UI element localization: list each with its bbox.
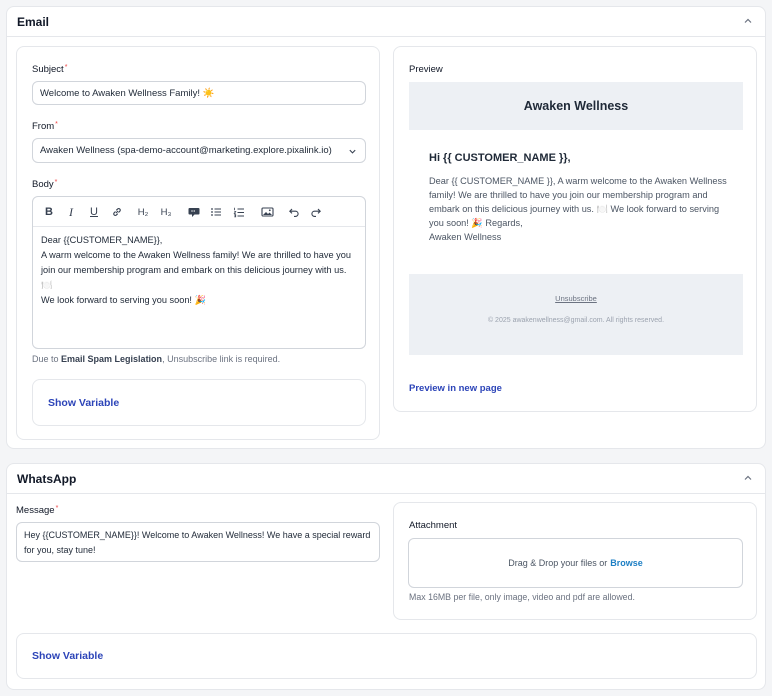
- message-label: Message*: [16, 505, 59, 516]
- bullet-list-button[interactable]: [208, 205, 224, 219]
- ordered-list-button[interactable]: [231, 205, 247, 219]
- preview-in-new-page-link[interactable]: Preview in new page: [409, 383, 502, 394]
- whatsapp-section-header[interactable]: WhatsApp: [7, 464, 765, 494]
- section-title: Email: [17, 15, 50, 29]
- redo-icon: [311, 208, 321, 217]
- quote-button[interactable]: [186, 205, 202, 219]
- subject-label: Subject*: [32, 64, 68, 75]
- editor-toolbar: B I U H₂ H₃: [33, 197, 365, 227]
- email-form-card: Subject* Welcome to Awaken Wellness Fami…: [16, 46, 380, 440]
- attachment-note: Max 16MB per file, only image, video and…: [409, 592, 635, 602]
- preview-body-text: Dear {{ CUSTOMER_NAME }}, A warm welcome…: [429, 176, 727, 228]
- email-section: Email Subject* Welcome to Awaken Wellnes…: [6, 6, 766, 449]
- show-variable-card: Show Variable: [16, 633, 757, 679]
- chevron-down-icon: [349, 149, 356, 154]
- chevron-up-icon[interactable]: [743, 473, 753, 483]
- undo-button[interactable]: [286, 205, 302, 219]
- preview-greeting: Hi {{ CUSTOMER_NAME }},: [429, 152, 571, 164]
- spam-legislation-note: Due to Email Spam Legislation, Unsubscri…: [32, 354, 281, 364]
- preview-signature: Awaken Wellness: [429, 232, 502, 242]
- redo-button[interactable]: [308, 205, 324, 219]
- editor-content[interactable]: Dear {{CUSTOMER_NAME}}, A warm welcome t…: [41, 233, 357, 308]
- copyright-text: © 2025 awakenwellness@gmail.com. All rig…: [487, 317, 665, 324]
- preview-body: Dear {{ CUSTOMER_NAME }}, A warm welcome…: [429, 174, 729, 244]
- whatsapp-section: WhatsApp Message* Hey {{CUSTOMER_NAME}}!…: [6, 463, 766, 690]
- ordered-list-icon: [233, 207, 244, 218]
- show-variable-button[interactable]: Show Variable: [32, 650, 103, 662]
- preview-footer: Unsubscribe © 2025 awakenwellness@gmail.…: [409, 274, 743, 355]
- underline-button[interactable]: U: [86, 205, 102, 219]
- bullet-list-icon: [211, 208, 221, 216]
- attachment-label: Attachment: [409, 520, 458, 531]
- preview-label: Preview: [409, 64, 443, 75]
- preview-brand-header: Awaken Wellness: [409, 82, 743, 130]
- email-section-header[interactable]: Email: [7, 7, 765, 37]
- link-button[interactable]: [109, 205, 125, 219]
- body-line: We look forward to serving you soon! 🎉: [41, 295, 206, 305]
- image-icon: [260, 207, 274, 217]
- section-title: WhatsApp: [17, 472, 77, 486]
- heading2-button[interactable]: H₂: [135, 205, 151, 219]
- browse-link[interactable]: Browse: [610, 558, 643, 568]
- email-preview-card: Preview Awaken Wellness Hi {{ CUSTOMER_N…: [393, 46, 757, 412]
- body-line: A warm welcome to the Awaken Wellness fa…: [41, 250, 351, 290]
- show-variable-button[interactable]: Show Variable: [48, 397, 119, 409]
- file-dropzone[interactable]: Drag & Drop your files or Browse: [408, 538, 743, 588]
- undo-icon: [289, 208, 299, 217]
- body-editor[interactable]: B I U H₂ H₃ Dear {{CUSTOMER_NAME}}, A wa…: [32, 196, 366, 349]
- heading3-button[interactable]: H₃: [158, 205, 174, 219]
- unsubscribe-link[interactable]: Unsubscribe: [409, 294, 743, 303]
- image-button[interactable]: [259, 205, 275, 219]
- message-textarea[interactable]: Hey {{CUSTOMER_NAME}}! Welcome to Awaken…: [16, 522, 380, 562]
- from-select[interactable]: Awaken Wellness (spa-demo-account@market…: [32, 138, 366, 163]
- body-line: Dear {{CUSTOMER_NAME}},: [41, 235, 163, 245]
- from-label: From*: [32, 121, 58, 132]
- body-label: Body*: [32, 179, 58, 190]
- bold-button[interactable]: B: [41, 205, 57, 219]
- italic-button[interactable]: I: [63, 205, 79, 219]
- attachment-card: Attachment Drag & Drop your files or Bro…: [393, 502, 757, 620]
- show-variable-card: Show Variable: [32, 379, 366, 426]
- chevron-up-icon[interactable]: [743, 16, 753, 26]
- link-icon: [113, 208, 121, 216]
- subject-input[interactable]: Welcome to Awaken Wellness Family! ☀️: [32, 81, 366, 105]
- quote-icon: [188, 208, 200, 217]
